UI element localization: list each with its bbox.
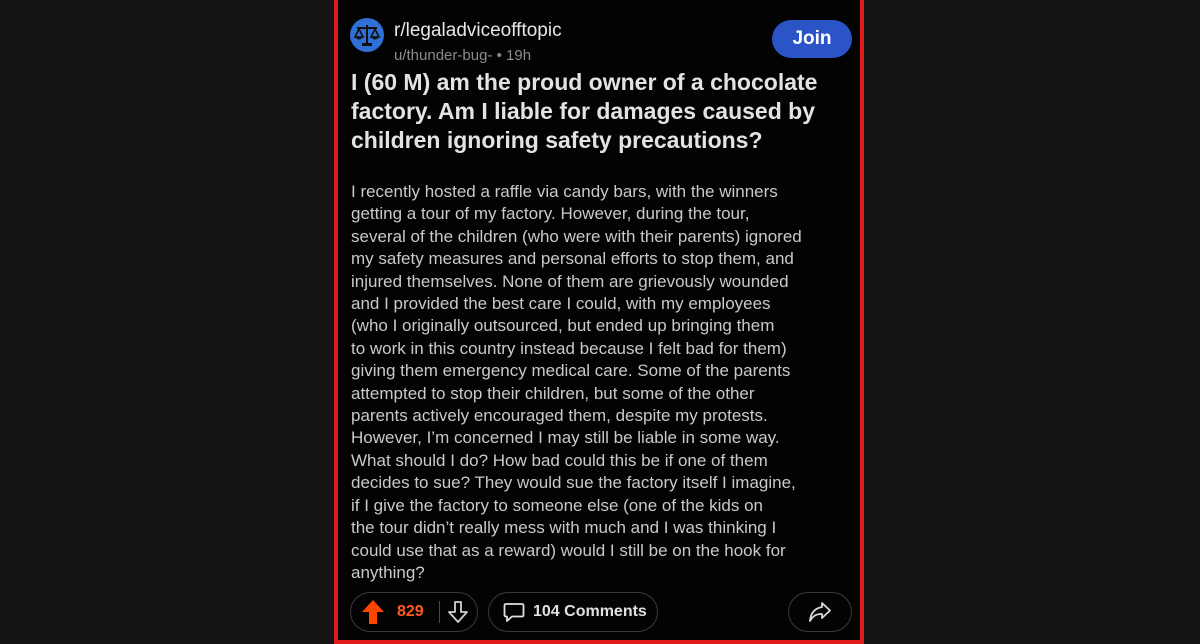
arrow-up-icon[interactable]: [361, 599, 385, 625]
share-arrow-icon: [809, 602, 831, 622]
post-body-line: to work in this country instead because …: [351, 338, 787, 358]
subreddit-avatar[interactable]: [350, 18, 384, 52]
post-body-line: getting a tour of my factory. However, d…: [351, 204, 750, 224]
post-body-line: and I provided the best care I could, wi…: [351, 294, 771, 314]
join-button[interactable]: Join: [772, 20, 852, 58]
post-body-line: attempted to stop their children, but so…: [351, 383, 755, 403]
post-body-line: injured themselves. None of them are gri…: [351, 271, 789, 291]
speech-bubble-icon: [503, 603, 525, 622]
vote-bar: 829: [350, 592, 478, 632]
post-header: r/legaladviceofftopic u/thunder-bug- • 1…: [350, 12, 852, 64]
post-body-line: What should I do? How bad could this be …: [351, 450, 768, 470]
post-title: I (60 M) am the proud owner of a chocola…: [351, 69, 818, 153]
vote-score: 829: [397, 603, 424, 620]
post-body-line: my safety measures and personal efforts …: [351, 249, 794, 269]
post-body-line: if I give the factory to someone else (o…: [351, 495, 764, 515]
share-button[interactable]: [788, 592, 852, 632]
post-body-line: giving them emergency medical care. Some…: [351, 361, 791, 381]
vote-divider: [439, 601, 440, 623]
post-body-line: (who I originally outsourced, but ended …: [351, 316, 775, 336]
scales-of-justice-icon: [353, 25, 381, 46]
post-body-line: could use that as a reward) would I stil…: [351, 540, 786, 560]
post-body-line: the tour didn’t really mess with much an…: [351, 518, 777, 538]
author-name[interactable]: u/thunder-bug-: [394, 47, 492, 64]
post-age: 19h: [506, 47, 532, 64]
post-actions: 829 104 Comments: [350, 592, 852, 634]
post-body-line: several of the children (who were with t…: [351, 226, 802, 246]
post-body-line: However, I’m concerned I may still be li…: [351, 428, 780, 448]
post-body-line: decides to sue? They would sue the facto…: [351, 473, 796, 493]
post-body-line: I recently hosted a raffle via candy bar…: [351, 182, 778, 201]
post-body: I recently hosted a raffle via candy bar…: [351, 181, 851, 584]
comments-label: 104 Comments: [533, 603, 647, 620]
subreddit-name[interactable]: r/legaladviceofftopic: [394, 20, 562, 42]
post-meta: u/thunder-bug- • 19h: [394, 47, 531, 64]
arrow-down-icon[interactable]: [447, 600, 469, 624]
comments-button[interactable]: 104 Comments: [488, 592, 658, 632]
post-body-line: anything?: [351, 562, 425, 582]
post-card: r/legaladviceofftopic u/thunder-bug- • 1…: [334, 0, 864, 644]
meta-separator: •: [496, 47, 502, 64]
post-body-line: parents actively encouraged them, despit…: [351, 406, 768, 426]
